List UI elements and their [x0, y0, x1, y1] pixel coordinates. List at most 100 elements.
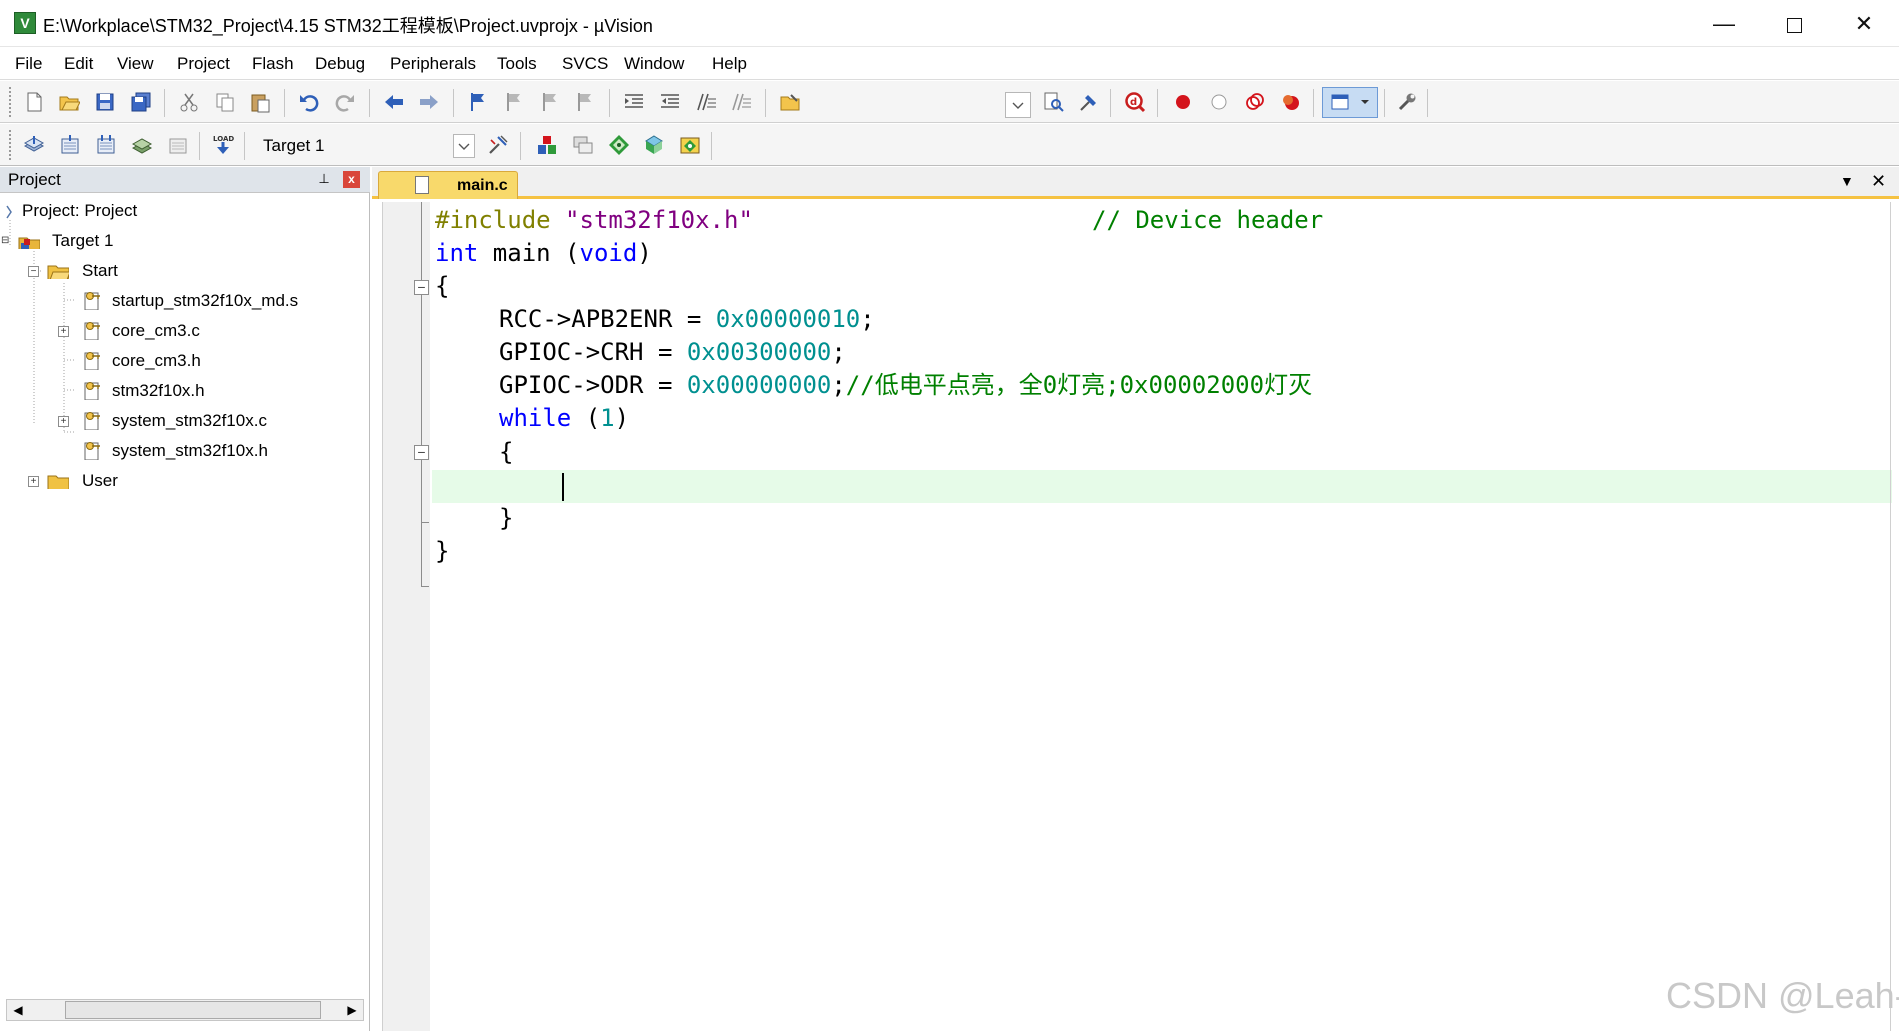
menu-file[interactable]: File — [15, 54, 42, 74]
redo-icon[interactable] — [333, 90, 357, 114]
folder-open-icon — [47, 265, 69, 279]
tree-item-group-user[interactable]: + User — [0, 470, 370, 494]
menu-debug[interactable]: Debug — [315, 54, 365, 74]
collapse-toggle-icon[interactable]: − — [28, 266, 39, 277]
cut-icon[interactable] — [177, 90, 201, 114]
pack-installer-icon[interactable] — [642, 133, 666, 157]
tree-item-label: stm32f10x.h — [112, 381, 205, 400]
save-all-icon[interactable] — [129, 90, 153, 114]
menu-peripherals[interactable]: Peripherals — [390, 54, 476, 74]
indent-icon[interactable] — [622, 90, 646, 114]
tree-item-file[interactable]: core_cm3.h — [0, 350, 370, 374]
tree-item-project-root[interactable]: Project: Project — [0, 200, 370, 224]
editor-tab-bar: main.c ▼ ✕ — [372, 167, 1899, 199]
insert-breakpoint-icon[interactable] — [1171, 90, 1195, 114]
tab-main-c[interactable]: main.c — [378, 171, 518, 199]
stop-build-icon[interactable] — [166, 133, 190, 157]
close-window-button[interactable]: ✕ — [1829, 0, 1899, 47]
maximize-button[interactable] — [1759, 0, 1829, 47]
unindent-icon[interactable] — [658, 90, 682, 114]
minimize-button[interactable]: — — [1689, 0, 1759, 47]
manage-rte-icon[interactable] — [607, 133, 631, 157]
expand-toggle-icon[interactable]: + — [58, 416, 69, 427]
menu-view[interactable]: View — [117, 54, 154, 74]
incremental-find-icon[interactable] — [1077, 90, 1101, 114]
target-select-label[interactable]: Target 1 — [263, 136, 324, 156]
configure-wrench-icon[interactable] — [1395, 90, 1419, 114]
tree-item-file[interactable]: + system_stm32f10x.c — [0, 410, 370, 434]
svg-text:d: d — [1130, 97, 1137, 108]
disable-all-breakpoints-icon[interactable] — [1243, 90, 1267, 114]
batch-build-icon[interactable] — [130, 133, 154, 157]
kill-all-breakpoints-icon[interactable] — [1279, 90, 1303, 114]
paste-icon[interactable] — [248, 90, 272, 114]
undo-icon[interactable] — [297, 90, 321, 114]
next-bookmark-icon[interactable] — [538, 90, 562, 114]
menu-flash[interactable]: Flash — [252, 54, 294, 74]
expand-toggle-icon[interactable]: + — [58, 326, 69, 337]
rebuild-all-icon[interactable] — [94, 133, 118, 157]
collapse-toggle-icon[interactable]: ⊟ — [1, 236, 9, 247]
menu-tools[interactable]: Tools — [497, 54, 537, 74]
uncomment-selection-icon[interactable] — [729, 90, 753, 114]
find-in-files-icon[interactable] — [778, 90, 802, 114]
debug-session-icon[interactable]: d — [1123, 90, 1147, 114]
tree-item-file[interactable]: stm32f10x.h — [0, 380, 370, 404]
menu-help[interactable]: Help — [712, 54, 747, 74]
save-icon[interactable] — [93, 90, 117, 114]
code-text: { — [435, 272, 450, 300]
tree-item-file[interactable]: system_stm32f10x.h — [0, 440, 370, 464]
manage-project-items-icon[interactable] — [535, 133, 559, 157]
tab-label: main.c — [457, 177, 508, 194]
toolbar-separator — [369, 89, 370, 117]
source-file-icon — [84, 322, 100, 340]
fold-toggle-icon[interactable]: − — [414, 445, 429, 460]
code-text: ; — [831, 338, 846, 366]
open-file-icon[interactable] — [57, 90, 81, 114]
software-packs-icon[interactable] — [678, 133, 702, 157]
bookmark-icon[interactable] — [466, 90, 490, 114]
tree-item-target-1[interactable]: ⊟ Target 1 — [0, 230, 370, 254]
project-horizontal-scrollbar[interactable]: ◀ ▶ — [6, 999, 364, 1021]
scroll-left-arrow-icon[interactable]: ◀ — [7, 1000, 29, 1020]
navigate-forward-icon[interactable] — [417, 90, 441, 114]
translate-file-icon[interactable] — [22, 133, 46, 157]
code-text: RCC->APB2ENR = — [499, 305, 716, 333]
code-text: ) — [614, 404, 630, 432]
tree-item-file[interactable]: + core_cm3.c — [0, 320, 370, 344]
build-target-icon[interactable] — [58, 133, 82, 157]
find-combo-dropdown[interactable] — [1005, 92, 1031, 118]
menu-svcs[interactable]: SVCS — [562, 54, 608, 74]
find-icon[interactable] — [1041, 90, 1065, 114]
scroll-right-arrow-icon[interactable]: ▶ — [341, 1000, 363, 1020]
code-line-1: #include "stm32f10x.h" // Device header — [435, 204, 1323, 237]
tab-list-dropdown-icon[interactable]: ▼ — [1840, 173, 1854, 189]
tree-item-file[interactable]: startup_stm32f10x_md.s — [0, 290, 370, 314]
code-line-8: { — [499, 436, 513, 469]
options-for-target-icon[interactable] — [486, 133, 510, 157]
select-packs-icon[interactable] — [571, 133, 595, 157]
toolbar-grip[interactable] — [9, 130, 12, 160]
enable-breakpoint-icon[interactable] — [1207, 90, 1231, 114]
toolbar-separator — [199, 132, 200, 160]
scrollbar-thumb[interactable] — [65, 1001, 321, 1019]
previous-bookmark-icon[interactable] — [502, 90, 526, 114]
toolbar-grip[interactable] — [9, 87, 12, 117]
clear-bookmarks-icon[interactable] — [573, 90, 597, 114]
download-load-icon[interactable]: LOAD — [211, 133, 235, 157]
expand-toggle-icon[interactable]: + — [28, 476, 39, 487]
target-dropdown-arrow[interactable] — [453, 134, 475, 158]
close-tab-icon[interactable]: ✕ — [1871, 171, 1886, 192]
menu-project[interactable]: Project — [177, 54, 230, 74]
menu-window[interactable]: Window — [624, 54, 684, 74]
code-editor[interactable]: − − #include "stm32f10x.h" // Device head… — [372, 202, 1899, 1031]
menu-edit[interactable]: Edit — [64, 54, 93, 74]
window-layout-dropdown[interactable] — [1322, 87, 1378, 118]
navigate-back-icon[interactable] — [382, 90, 406, 114]
code-text: ( — [571, 404, 601, 432]
copy-icon[interactable] — [213, 90, 237, 114]
fold-toggle-icon[interactable]: − — [414, 280, 429, 295]
tree-item-group-start[interactable]: − Start — [0, 260, 370, 284]
new-file-icon[interactable] — [22, 90, 46, 114]
comment-selection-icon[interactable] — [694, 90, 718, 114]
